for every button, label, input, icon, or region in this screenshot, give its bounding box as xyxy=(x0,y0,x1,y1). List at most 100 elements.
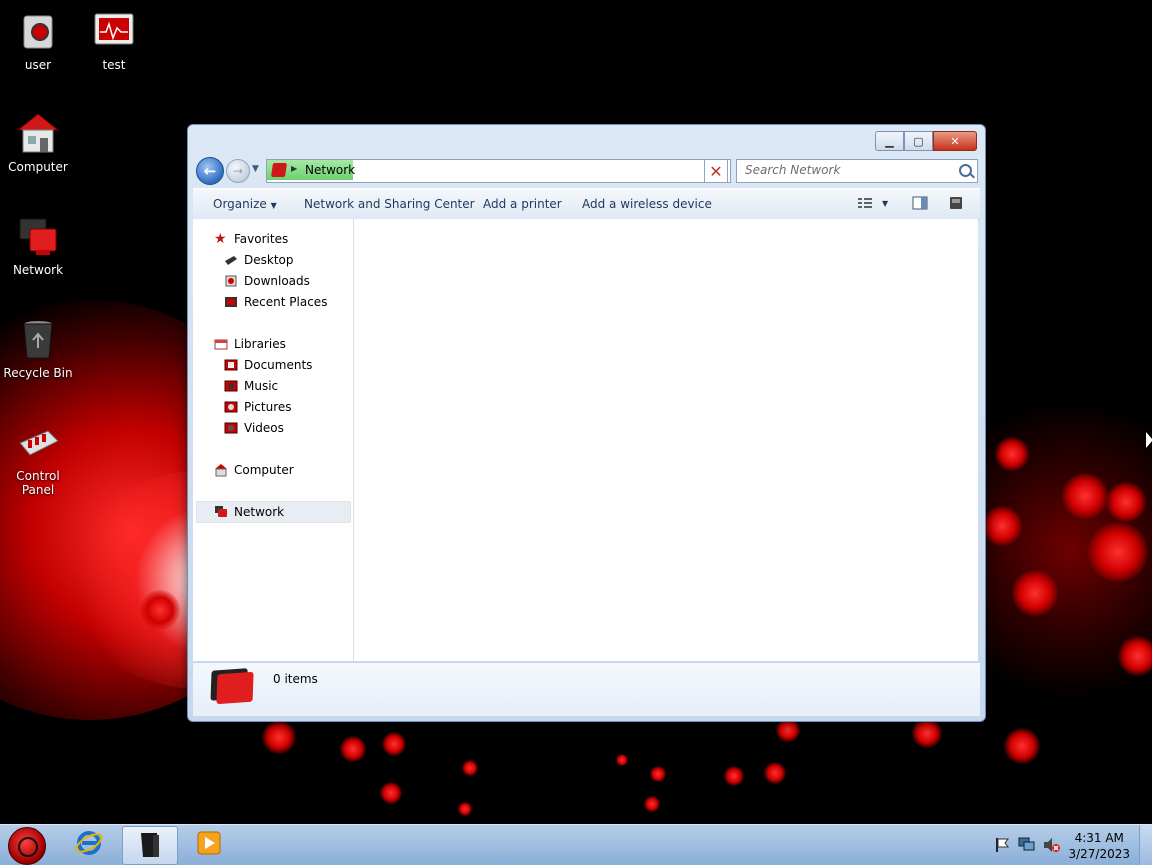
wallpaper-dot xyxy=(995,437,1029,471)
desktop-icon xyxy=(224,253,238,267)
clock-time: 4:31 AM xyxy=(1074,831,1124,845)
wallpaper-dot xyxy=(1062,473,1108,519)
close-icon: ✕ xyxy=(950,134,960,148)
add-wireless-device-button[interactable]: Add a wireless device xyxy=(582,197,712,211)
wallpaper-dot xyxy=(724,766,744,786)
music-icon xyxy=(224,379,238,393)
search-placeholder: Search Network xyxy=(745,163,841,177)
breadcrumb-network[interactable]: Network xyxy=(305,163,355,177)
stop-button[interactable]: ✕ xyxy=(704,159,728,183)
forward-button[interactable]: → xyxy=(226,159,250,183)
search-icon[interactable] xyxy=(959,164,972,177)
clock-date: 3/27/2023 xyxy=(1068,847,1130,861)
command-bar: Organize ▼ Network and Sharing Center Ad… xyxy=(193,188,980,220)
taskbar-clock[interactable]: 4:31 AM 3/27/2023 xyxy=(1068,830,1130,862)
network-icon xyxy=(16,215,60,259)
details-pane: 0 items xyxy=(193,662,980,716)
computer-icon xyxy=(214,463,228,477)
change-view-icon[interactable] xyxy=(857,196,873,210)
wallpaper-dot xyxy=(340,736,366,762)
navigation-pane: ★ Favorites Desktop Downloads Recent Pla… xyxy=(193,219,354,661)
computer-icon xyxy=(16,112,60,156)
taskbar-media-player[interactable] xyxy=(182,826,236,863)
taskbar-windows-explorer[interactable] xyxy=(122,826,178,865)
desktop-icon-network[interactable]: Network xyxy=(0,215,76,277)
wallpaper-dot xyxy=(1118,636,1152,676)
chevron-down-icon: ▼ xyxy=(270,201,277,210)
show-desktop-button[interactable] xyxy=(1139,825,1152,865)
desktop-icon-label: test xyxy=(102,58,126,72)
desktop-icon-label: Computer xyxy=(8,160,68,174)
desktop-icon-computer[interactable]: Computer xyxy=(0,112,76,174)
close-button[interactable]: ✕ xyxy=(933,131,977,151)
internet-explorer-icon xyxy=(74,828,104,861)
user-folder-icon xyxy=(16,10,60,54)
navigation-row: ← → ▼ ▶ Network ▼ ✕ Search Network xyxy=(196,157,978,185)
volume-muted-icon[interactable] xyxy=(1043,837,1061,856)
start-button[interactable] xyxy=(8,827,46,865)
item-count: 0 items xyxy=(273,672,318,686)
organize-button[interactable]: Organize ▼ xyxy=(213,197,277,211)
desktop-icon-label: Recycle Bin xyxy=(3,366,73,380)
libraries-icon xyxy=(214,337,228,351)
desktop-icon-control-panel[interactable]: Control Panel xyxy=(0,421,76,497)
wallpaper-dot xyxy=(140,590,180,630)
search-input[interactable]: Search Network xyxy=(736,159,978,183)
wallpaper-dot xyxy=(764,762,786,784)
add-printer-button[interactable]: Add a printer xyxy=(483,197,562,211)
action-center-flag-icon[interactable] xyxy=(994,837,1010,856)
desktop-icon-recycle-bin[interactable]: Recycle Bin xyxy=(0,318,76,380)
network-sharing-center-button[interactable]: Network and Sharing Center xyxy=(304,197,475,211)
desktop-icon-test[interactable]: test xyxy=(76,10,152,72)
desktop-icon-label: user xyxy=(24,58,52,72)
wallpaper-dot xyxy=(912,718,942,748)
wallpaper-dot xyxy=(382,732,406,756)
desktop-icon-user[interactable]: user xyxy=(0,10,76,72)
recycle-bin-icon xyxy=(16,318,60,362)
monitor-icon xyxy=(92,10,136,54)
documents-icon xyxy=(224,358,238,372)
window-controls: ▁ ▢ ✕ xyxy=(875,131,977,151)
wallpaper-dot xyxy=(458,802,472,816)
windows-explorer-icon xyxy=(135,829,165,862)
file-list-area[interactable] xyxy=(354,219,978,661)
preview-pane-icon[interactable] xyxy=(912,196,928,210)
downloads-icon xyxy=(224,274,238,288)
wallpaper-dot xyxy=(380,782,402,804)
wallpaper-dot xyxy=(650,766,666,782)
taskbar: 4:31 AM 3/27/2023 xyxy=(0,824,1152,865)
wallpaper-dot xyxy=(1004,728,1040,764)
videos-icon xyxy=(224,421,238,435)
back-button[interactable]: ← xyxy=(196,157,224,185)
wallpaper-dot xyxy=(644,796,660,812)
wallpaper-dot xyxy=(616,754,628,766)
minimize-button[interactable]: ▁ xyxy=(875,131,904,151)
wallpaper-dot xyxy=(982,506,1022,546)
wallpaper-dot xyxy=(1106,482,1146,522)
maximize-button[interactable]: ▢ xyxy=(904,131,933,151)
explorer-window[interactable]: ▁ ▢ ✕ ← → ▼ ▶ Network ▼ ✕ Search Network… xyxy=(187,124,986,722)
control-panel-icon xyxy=(16,421,60,465)
maximize-icon: ▢ xyxy=(913,134,924,148)
network-status-icon[interactable] xyxy=(1018,837,1036,856)
wallpaper-dot xyxy=(262,720,296,754)
network-icon xyxy=(271,163,287,177)
breadcrumb-chevron-icon[interactable]: ▶ xyxy=(291,164,297,173)
address-bar[interactable]: ▶ Network ▼ xyxy=(266,159,731,183)
wallpaper-dot xyxy=(462,760,478,776)
help-icon[interactable] xyxy=(948,196,964,210)
minimize-icon: ▁ xyxy=(885,134,894,148)
pictures-icon xyxy=(224,400,238,414)
media-player-icon xyxy=(194,828,224,861)
desktop-icon-label: Network xyxy=(12,263,64,277)
recent-pages-dropdown[interactable]: ▼ xyxy=(252,164,259,174)
network-icon xyxy=(216,671,254,705)
network-icon xyxy=(214,505,228,519)
back-arrow-icon: ← xyxy=(203,162,217,180)
close-icon: ✕ xyxy=(709,161,723,181)
desktop-icon-label: Control Panel xyxy=(16,469,60,497)
taskbar-internet-explorer[interactable] xyxy=(62,826,116,863)
recent-places-icon xyxy=(224,295,238,309)
wallpaper-dot xyxy=(1012,570,1058,616)
view-options-dropdown-icon[interactable]: ▼ xyxy=(882,199,888,208)
